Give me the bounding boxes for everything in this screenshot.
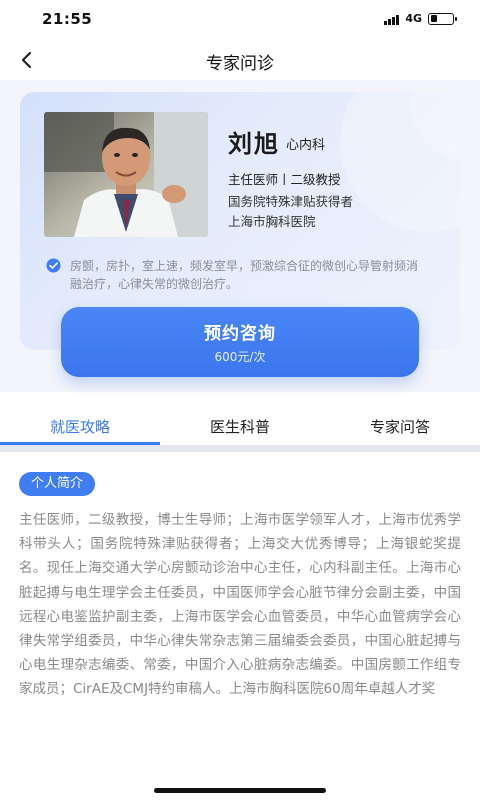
tab-science[interactable]: 医生科普 xyxy=(160,404,320,446)
nav-bar: 专家问诊 xyxy=(0,40,480,80)
doctor-hospital: 上海市胸科医院 xyxy=(228,214,316,229)
book-consultation-button[interactable]: 预约咨询 600元/次 xyxy=(61,307,419,377)
doctor-department: 心内科 xyxy=(286,138,326,153)
doctor-title: 主任医师丨二级教授 xyxy=(228,172,341,187)
doctor-name: 刘旭 xyxy=(228,130,280,158)
tab-qa[interactable]: 专家问答 xyxy=(320,404,480,446)
status-time: 21:55 xyxy=(42,10,93,28)
status-bar: 21:55 4G xyxy=(0,0,480,40)
status-indicators: 4G xyxy=(384,12,457,25)
intro-section[interactable]: 个人简介 主任医师，二级教授，博士生导师；上海市医学领军人才，上海市优秀学科带头… xyxy=(0,452,480,770)
doctor-photo xyxy=(44,112,208,237)
home-indicator[interactable] xyxy=(154,788,326,793)
signal-icon xyxy=(384,13,400,25)
section-title-pill: 个人简介 xyxy=(19,472,96,496)
consultation-price: 600元/次 xyxy=(214,350,266,364)
doctor-specialty: 房颤，房扑，室上速，频发室早，预激综合征的微创心导管射频消融治疗，心律失常的微创… xyxy=(70,259,419,291)
tab-guide[interactable]: 就医攻略 xyxy=(0,404,160,446)
book-consultation-label: 预约咨询 xyxy=(204,324,276,344)
battery-icon xyxy=(428,12,457,25)
page-title: 专家问诊 xyxy=(206,54,274,74)
tab-bar: 就医攻略 医生科普 专家问答 xyxy=(0,404,480,446)
doctor-honor: 国务院特殊津贴获得者 xyxy=(228,194,354,209)
check-circle-icon xyxy=(46,258,61,273)
home-bar xyxy=(0,770,480,800)
network-type: 4G xyxy=(405,12,422,25)
section-divider xyxy=(0,445,480,452)
doctor-bio: 主任医师，二级教授，博士生导师；上海市医学领军人才，上海市优秀学科带头人；国务院… xyxy=(19,512,461,698)
